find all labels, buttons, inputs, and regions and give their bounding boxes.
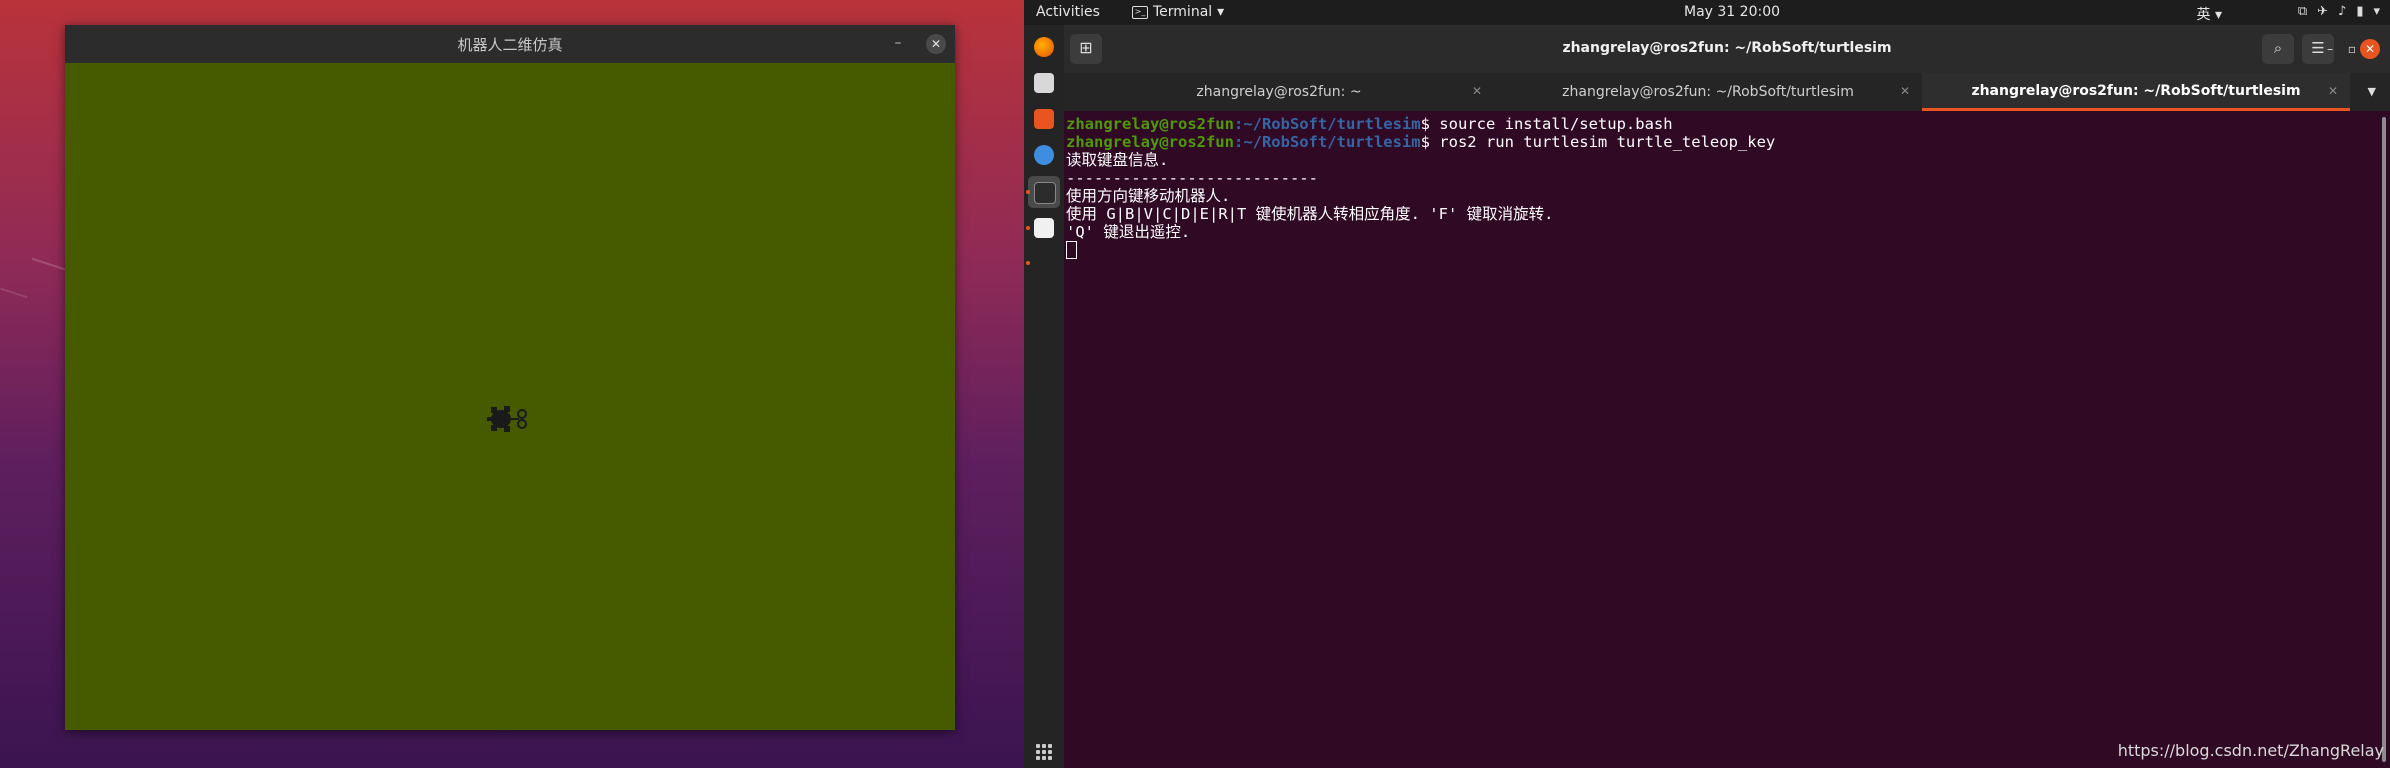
help-icon[interactable] bbox=[1034, 145, 1054, 165]
close-tab-icon[interactable]: ✕ bbox=[2328, 84, 2338, 98]
close-button[interactable]: ✕ bbox=[2360, 39, 2380, 59]
close-tab-icon[interactable]: ✕ bbox=[1472, 84, 1482, 98]
chevron-down-icon: ▾ bbox=[1217, 4, 1225, 20]
cursor-line bbox=[1066, 241, 2376, 260]
tab-bar: zhangrelay@ros2fun: ~ ✕ zhangrelay@ros2f… bbox=[1064, 73, 2390, 111]
terminal-icon[interactable] bbox=[1034, 182, 1056, 204]
app-name: Terminal bbox=[1153, 4, 1213, 20]
running-indicator bbox=[1026, 261, 1030, 265]
command-line: zhangrelay@ros2fun:~/RobSoft/turtlesim$ … bbox=[1066, 115, 1673, 133]
scrollbar[interactable] bbox=[2382, 117, 2386, 762]
files-icon[interactable] bbox=[1034, 73, 1054, 93]
close-button[interactable]: ✕ bbox=[926, 34, 946, 54]
terminal-title: zhangrelay@ros2fun: ~/RobSoft/turtlesim bbox=[1562, 40, 1892, 56]
turtle-icon bbox=[487, 406, 527, 432]
tab-home[interactable]: zhangrelay@ros2fun: ~ ✕ bbox=[1064, 73, 1494, 111]
app-menu[interactable]: >_ Terminal ▾ bbox=[1132, 4, 1224, 20]
tab-label: zhangrelay@ros2fun: ~/RobSoft/turtlesim bbox=[1562, 84, 1854, 100]
dock bbox=[1024, 25, 1064, 768]
output-line: 使用方向键移动机器人. bbox=[1066, 187, 1231, 205]
software-center-icon[interactable] bbox=[1034, 109, 1054, 129]
network-icon: ⧉ bbox=[2297, 4, 2308, 19]
text-cursor bbox=[1066, 241, 1077, 259]
output-line: 读取键盘信息. bbox=[1066, 151, 1169, 169]
tab-turtlesim[interactable]: zhangrelay@ros2fun: ~/RobSoft/turtlesim … bbox=[1494, 73, 1922, 111]
system-menu[interactable]: ⧉ ✈ ♪ ▮ ▾ bbox=[2298, 4, 2380, 19]
output-line: --------------------------- bbox=[1066, 169, 1318, 187]
terminal-window: ⊞ zhangrelay@ros2fun: ~/RobSoft/turtlesi… bbox=[1064, 25, 2390, 768]
show-applications-icon[interactable] bbox=[1036, 744, 1052, 760]
tabs-menu-icon[interactable]: ▼ bbox=[2368, 85, 2376, 98]
running-indicator bbox=[1026, 226, 1030, 230]
sim-window-title: 机器人二维仿真 bbox=[457, 35, 563, 54]
minimize-button[interactable]: – bbox=[2320, 39, 2340, 59]
running-indicator bbox=[1026, 190, 1030, 194]
terminal-output[interactable]: zhangrelay@ros2fun:~/RobSoft/turtlesim$ … bbox=[1066, 115, 2376, 768]
battery-icon: ▮ bbox=[2356, 4, 2364, 19]
tab-label: zhangrelay@ros2fun: ~ bbox=[1196, 84, 1362, 100]
top-bar: Activities >_ Terminal ▾ May 31 20:00 英 … bbox=[1024, 0, 2390, 25]
terminal-icon: >_ bbox=[1132, 5, 1148, 19]
activities-button[interactable]: Activities bbox=[1036, 4, 1100, 20]
sim-canvas bbox=[65, 63, 955, 730]
airplane-icon: ✈ bbox=[2317, 4, 2329, 19]
command-line: zhangrelay@ros2fun:~/RobSoft/turtlesim$ … bbox=[1066, 133, 1776, 151]
firefox-icon[interactable] bbox=[1034, 37, 1054, 57]
close-tab-icon[interactable]: ✕ bbox=[1900, 84, 1910, 98]
terminal-headerbar[interactable]: ⊞ zhangrelay@ros2fun: ~/RobSoft/turtlesi… bbox=[1064, 25, 2390, 73]
turtlesim-window: 机器人二维仿真 – ✕ bbox=[65, 25, 955, 730]
text-editor-icon[interactable] bbox=[1034, 218, 1054, 238]
output-line: 'Q' 键退出遥控. bbox=[1066, 223, 1191, 241]
power-menu-icon: ▾ bbox=[2373, 4, 2380, 19]
maximize-button[interactable]: ▫ bbox=[2342, 39, 2362, 59]
output-line: 使用 G|B|V|C|D|E|R|T 键使机器人转相应角度. 'F' 键取消旋转… bbox=[1066, 205, 1554, 223]
wallpaper-decoration bbox=[0, 287, 28, 299]
input-method-indicator[interactable]: 英 ▾ bbox=[2197, 4, 2222, 24]
search-button[interactable]: ⌕ bbox=[2262, 34, 2294, 64]
tab-turtlesim-active[interactable]: zhangrelay@ros2fun: ~/RobSoft/turtlesim … bbox=[1922, 73, 2350, 111]
clock[interactable]: May 31 20:00 bbox=[1684, 4, 1780, 20]
tab-label: zhangrelay@ros2fun: ~/RobSoft/turtlesim bbox=[1971, 82, 2301, 99]
watermark: https://blog.csdn.net/ZhangRelay bbox=[2117, 741, 2384, 760]
minimize-button[interactable]: – bbox=[887, 33, 909, 55]
volume-icon: ♪ bbox=[2338, 4, 2347, 19]
sim-titlebar[interactable]: 机器人二维仿真 – ✕ bbox=[65, 25, 955, 63]
